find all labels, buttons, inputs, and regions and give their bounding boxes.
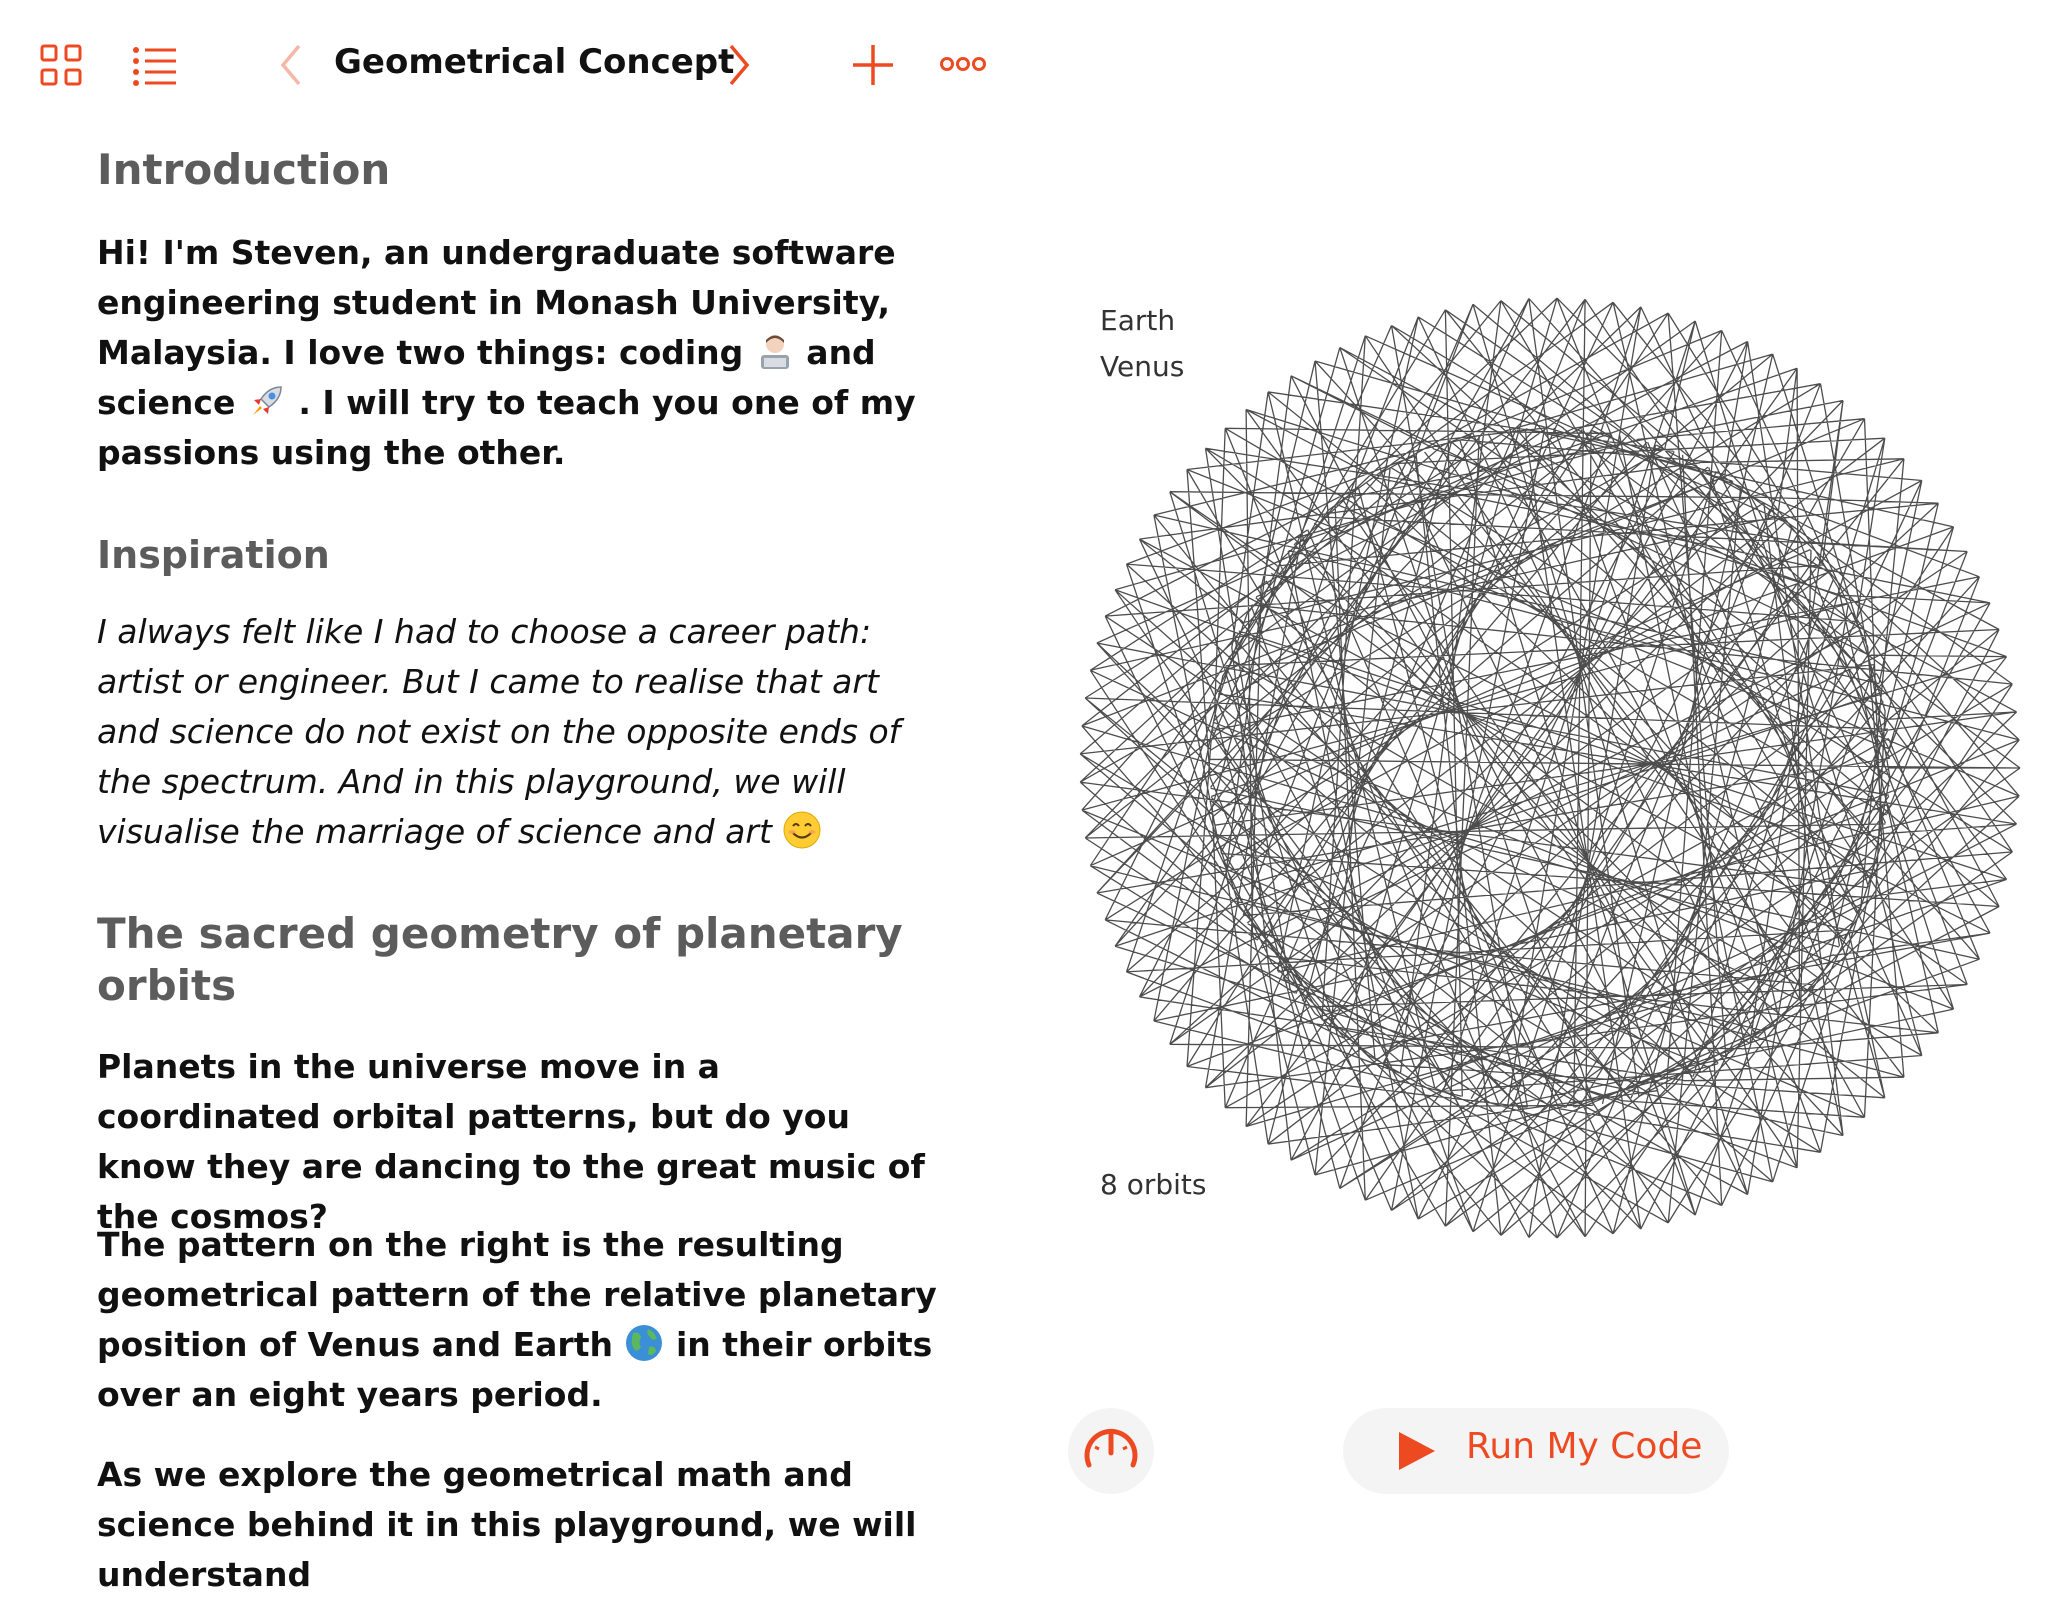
orbit-pattern-image bbox=[1079, 297, 2021, 1239]
chevron-right-icon[interactable] bbox=[722, 40, 756, 90]
intro-heading: Introduction bbox=[97, 145, 391, 194]
play-icon bbox=[1399, 1432, 1435, 1470]
smiling-face-emoji-icon bbox=[782, 810, 822, 850]
inspiration-text: I always felt like I had to choose a car… bbox=[97, 612, 901, 851]
orbits-count-label: 8 orbits bbox=[1100, 1168, 1207, 1201]
pattern-paragraph: The pattern on the right is the resultin… bbox=[97, 1220, 947, 1420]
more-icon[interactable] bbox=[938, 46, 988, 82]
run-my-code-button[interactable]: Run My Code bbox=[1343, 1408, 1729, 1494]
globe-emoji-icon bbox=[624, 1323, 664, 1363]
orbits-paragraph: Planets in the universe move in a coordi… bbox=[97, 1047, 925, 1236]
rocket-emoji-icon bbox=[247, 381, 287, 421]
speedometer-icon bbox=[1084, 1428, 1138, 1468]
inspiration-paragraph: I always felt like I had to choose a car… bbox=[97, 607, 947, 857]
technologist-emoji-icon bbox=[755, 331, 795, 371]
grid-icon[interactable] bbox=[38, 42, 86, 90]
list-icon[interactable] bbox=[130, 42, 180, 90]
inspiration-heading: Inspiration bbox=[97, 533, 330, 577]
toolbar: Geometrical Concept bbox=[0, 0, 1020, 130]
plus-icon[interactable] bbox=[848, 40, 898, 90]
run-label: Run My Code bbox=[1466, 1426, 1703, 1467]
visualization-panel: Earth Venus 8 orbits bbox=[1040, 0, 2048, 1536]
intro-paragraph: Hi! I'm Steven, an undergraduate softwar… bbox=[97, 228, 947, 478]
document-title: Geometrical Concept bbox=[334, 42, 735, 82]
speed-button[interactable] bbox=[1068, 1408, 1154, 1494]
chevron-left-icon[interactable] bbox=[274, 40, 308, 90]
explore-paragraph: As we explore the geometrical math and s… bbox=[97, 1455, 917, 1594]
sacred-geometry-heading: The sacred geometry of planetary orbits bbox=[97, 909, 903, 1010]
